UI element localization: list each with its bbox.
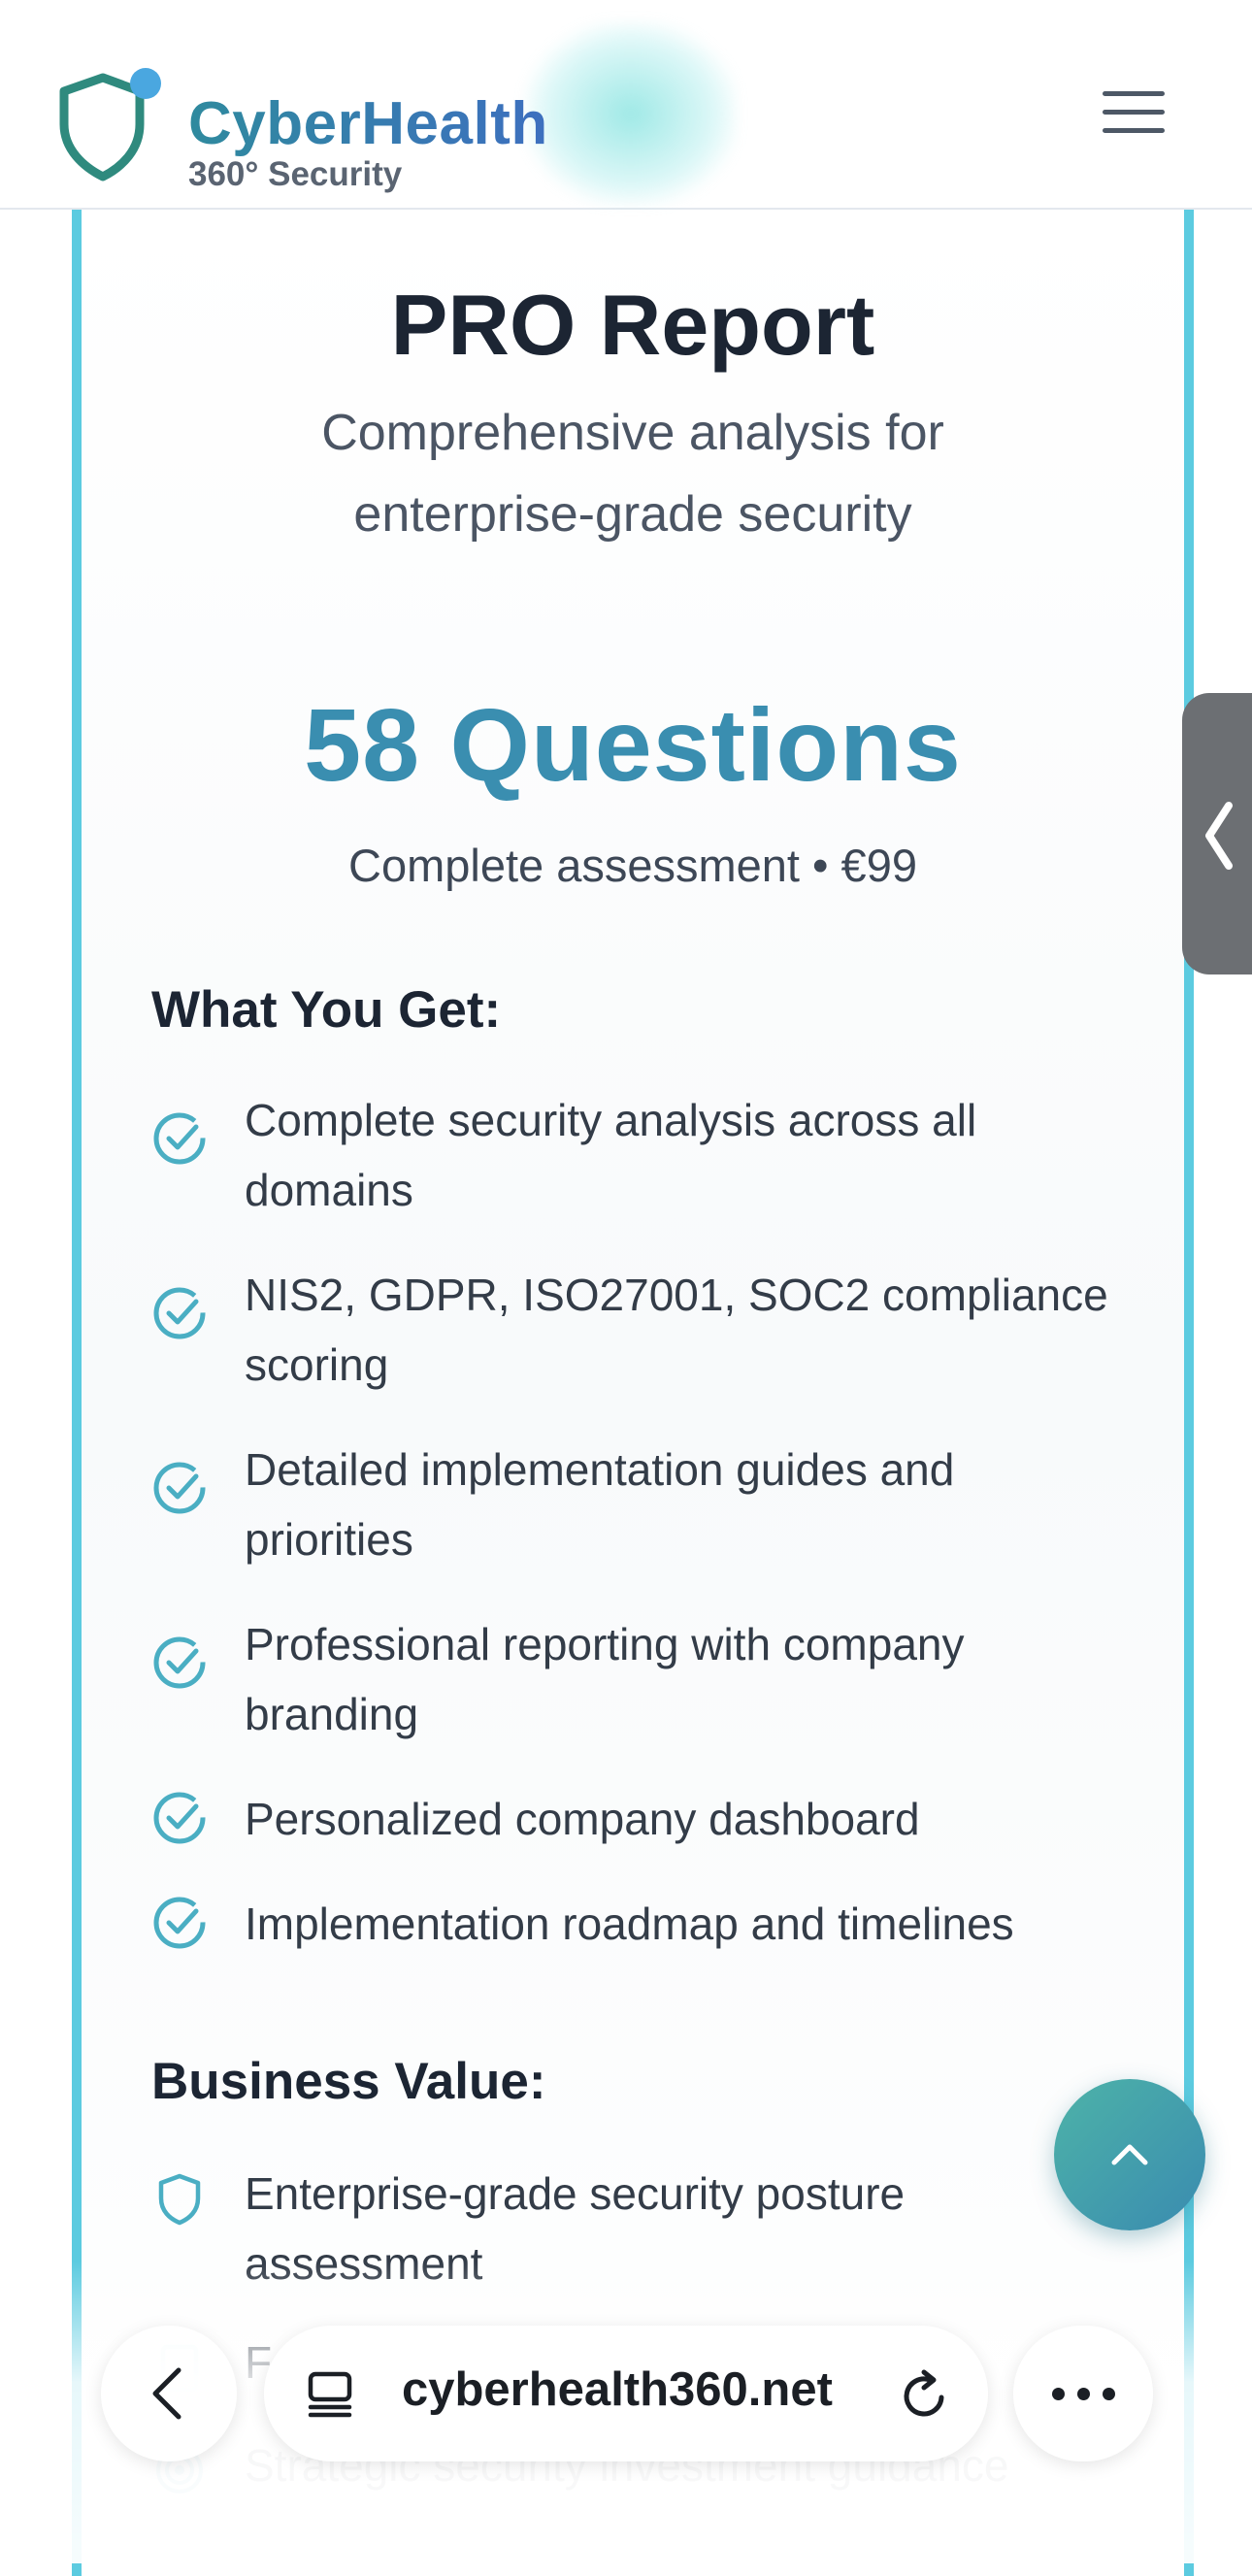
tabs-icon[interactable]	[307, 2370, 357, 2419]
side-panel-tab[interactable]	[1182, 693, 1252, 974]
brand-logo[interactable]: CyberHealth 360° Security	[56, 49, 677, 194]
site-header: CyberHealth 360° Security	[0, 21, 1252, 210]
dot	[1052, 2388, 1065, 2400]
price-line: Complete assessment • €99	[348, 840, 917, 891]
list-item-text: NIS2, GDPR, ISO27001, SOC2 compliance sc…	[245, 1270, 1108, 1390]
list-item-text: Professional reporting with company bran…	[245, 1619, 965, 1739]
question-count: 58 Questions	[304, 688, 962, 803]
check-circle-icon	[153, 1287, 206, 1339]
check-circle-icon	[153, 1462, 206, 1514]
shield-logo-icon	[59, 68, 161, 182]
shield-icon	[158, 2173, 201, 2226]
report-subtitle: Comprehensive analysis for enterprise-gr…	[321, 405, 944, 543]
check-circle-icon	[153, 1112, 206, 1165]
chevron-up-icon	[1111, 2144, 1148, 2165]
pro-report-card: PRO Report Comprehensive analysis for en…	[72, 208, 1194, 2576]
business-value-heading: Business Value:	[151, 2053, 546, 2110]
what-you-get-heading: What You Get:	[151, 981, 502, 1039]
list-item-text: Personalized company dashboard	[245, 1794, 920, 1844]
dot	[1103, 2388, 1115, 2400]
list-item-text: Implementation roadmap and timelines	[245, 1899, 1014, 1949]
chevron-left-icon	[1205, 802, 1233, 870]
check-circle-icon	[153, 1636, 206, 1689]
report-title: PRO Report	[390, 277, 875, 373]
scroll-to-top-button[interactable]	[1054, 2079, 1205, 2230]
reload-icon[interactable]	[897, 2368, 951, 2423]
hamburger-icon[interactable]	[1103, 91, 1165, 140]
check-circle-icon	[153, 1792, 206, 1844]
more-options-button[interactable]	[1013, 2326, 1153, 2461]
list-item-text: Complete security analysis across all do…	[245, 1095, 977, 1215]
brand-tagline: 360° Security	[188, 155, 403, 193]
browser-back-button[interactable]	[101, 2326, 237, 2461]
list-item-text: Detailed implementation guides and prior…	[245, 1444, 955, 1565]
check-circle-icon	[153, 1897, 206, 1949]
list-item-text: Enterprise-grade security posture assess…	[245, 2168, 906, 2289]
address-bar[interactable]: cyberhealth360.net	[264, 2326, 988, 2461]
chevron-left-icon	[152, 2367, 181, 2420]
dot	[1077, 2388, 1090, 2400]
url-text: cyberhealth360.net	[402, 2363, 833, 2416]
brand-name: CyberHealth	[188, 90, 548, 157]
